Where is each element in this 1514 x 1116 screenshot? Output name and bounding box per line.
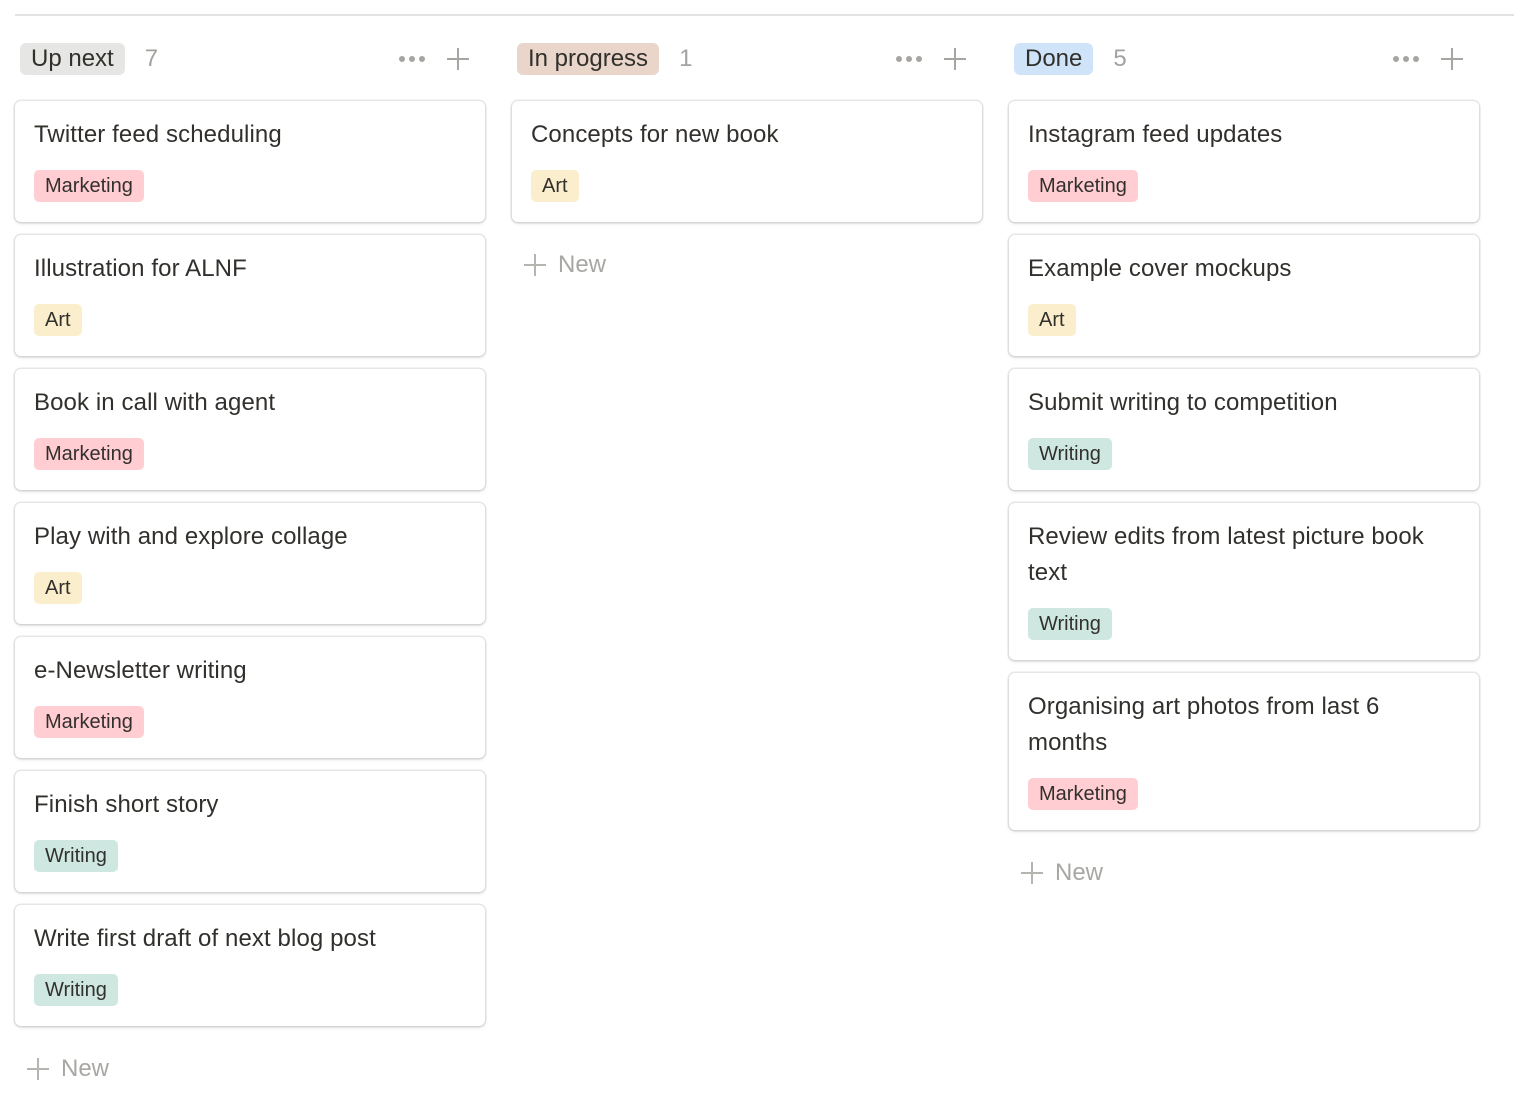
plus-icon bbox=[447, 48, 469, 70]
tag-badge: Marketing bbox=[34, 170, 144, 202]
column-count: 5 bbox=[1113, 45, 1127, 72]
card[interactable]: Review edits from latest picture book te… bbox=[1009, 503, 1479, 660]
more-options-button[interactable] bbox=[397, 44, 427, 74]
card-title: Play with and explore collage bbox=[34, 523, 348, 550]
card-title: Instagram feed updates bbox=[1028, 121, 1283, 148]
plus-icon bbox=[27, 1058, 49, 1080]
card[interactable]: Instagram feed updates Marketing bbox=[1009, 101, 1479, 222]
column-header: In progress 1 bbox=[512, 40, 982, 78]
card-title: Twitter feed scheduling bbox=[34, 121, 282, 148]
column-done: Done 5 Instagram feed updates Marketing E… bbox=[1009, 40, 1479, 1084]
new-card-label: New bbox=[1055, 859, 1104, 886]
card-title: Write first draft of next blog post bbox=[34, 925, 376, 952]
new-card-label: New bbox=[558, 251, 607, 278]
new-card-label: New bbox=[61, 1055, 110, 1082]
card[interactable]: e-Newsletter writing Marketing bbox=[15, 637, 485, 758]
more-options-button[interactable] bbox=[1391, 44, 1421, 74]
card-title: Illustration for ALNF bbox=[34, 255, 247, 282]
tag-badge: Art bbox=[1028, 304, 1076, 336]
card[interactable]: Illustration for ALNF Art bbox=[15, 235, 485, 356]
tag-badge: Marketing bbox=[34, 438, 144, 470]
card-title: Book in call with agent bbox=[34, 389, 276, 416]
add-card-button[interactable] bbox=[1437, 44, 1467, 74]
card-title: e-Newsletter writing bbox=[34, 657, 247, 684]
add-card-button[interactable] bbox=[940, 44, 970, 74]
card-title: Submit writing to competition bbox=[1028, 389, 1338, 416]
column-up-next: Up next 7 Twitter feed scheduling Marketi… bbox=[15, 40, 485, 1084]
card[interactable]: Book in call with agent Marketing bbox=[15, 369, 485, 490]
tag-badge: Writing bbox=[34, 840, 118, 872]
new-card-button[interactable]: New bbox=[524, 250, 982, 280]
plus-icon bbox=[944, 48, 966, 70]
card[interactable]: Concepts for new book Art bbox=[512, 101, 982, 222]
plus-icon bbox=[1441, 48, 1463, 70]
tag-badge: Art bbox=[34, 572, 82, 604]
card[interactable]: Example cover mockups Art bbox=[1009, 235, 1479, 356]
ellipsis-icon bbox=[399, 56, 425, 62]
card[interactable]: Play with and explore collage Art bbox=[15, 503, 485, 624]
column-count: 7 bbox=[144, 45, 159, 72]
card[interactable]: Organising art photos from last 6 months… bbox=[1009, 673, 1479, 830]
card[interactable]: Write first draft of next blog post Writi… bbox=[15, 905, 485, 1026]
tag-badge: Marketing bbox=[1028, 170, 1138, 202]
card[interactable]: Finish short story Writing bbox=[15, 771, 485, 892]
new-card-button[interactable]: New bbox=[1021, 858, 1479, 888]
tag-badge: Writing bbox=[34, 974, 118, 1006]
more-options-button[interactable] bbox=[894, 44, 924, 74]
card[interactable]: Submit writing to competition Writing bbox=[1009, 369, 1479, 490]
card-list: Concepts for new book Art bbox=[512, 101, 982, 222]
card-title: Concepts for new book bbox=[531, 121, 779, 148]
new-card-button[interactable]: New bbox=[27, 1054, 485, 1084]
plus-icon bbox=[524, 254, 546, 276]
tag-badge: Writing bbox=[1028, 608, 1112, 640]
top-divider bbox=[15, 14, 1514, 16]
kanban-board: Up next 7 Twitter feed scheduling Marketi… bbox=[15, 40, 1479, 1084]
add-card-button[interactable] bbox=[443, 44, 473, 74]
ellipsis-icon bbox=[896, 56, 922, 62]
column-in-progress: In progress 1 Concepts for new book Art N… bbox=[512, 40, 982, 1084]
column-title[interactable]: Up next bbox=[20, 43, 125, 75]
card[interactable]: Twitter feed scheduling Marketing bbox=[15, 101, 485, 222]
card-title: Finish short story bbox=[34, 791, 219, 818]
column-title[interactable]: In progress bbox=[517, 43, 660, 75]
column-header: Done 5 bbox=[1009, 40, 1479, 78]
ellipsis-icon bbox=[1393, 56, 1419, 62]
column-header: Up next 7 bbox=[15, 40, 485, 78]
tag-badge: Art bbox=[34, 304, 82, 336]
tag-badge: Writing bbox=[1028, 438, 1112, 470]
tag-badge: Marketing bbox=[34, 706, 144, 738]
column-count: 1 bbox=[679, 45, 693, 72]
tag-badge: Marketing bbox=[1028, 778, 1138, 810]
card-list: Twitter feed scheduling Marketing Illustr… bbox=[15, 101, 485, 1026]
plus-icon bbox=[1021, 862, 1043, 884]
column-title[interactable]: Done bbox=[1014, 43, 1094, 75]
card-title: Organising art photos from last 6 months bbox=[1028, 693, 1380, 756]
card-title: Review edits from latest picture book te… bbox=[1028, 523, 1424, 586]
tag-badge: Art bbox=[531, 170, 579, 202]
card-title: Example cover mockups bbox=[1028, 255, 1292, 282]
card-list: Instagram feed updates Marketing Example … bbox=[1009, 101, 1479, 830]
